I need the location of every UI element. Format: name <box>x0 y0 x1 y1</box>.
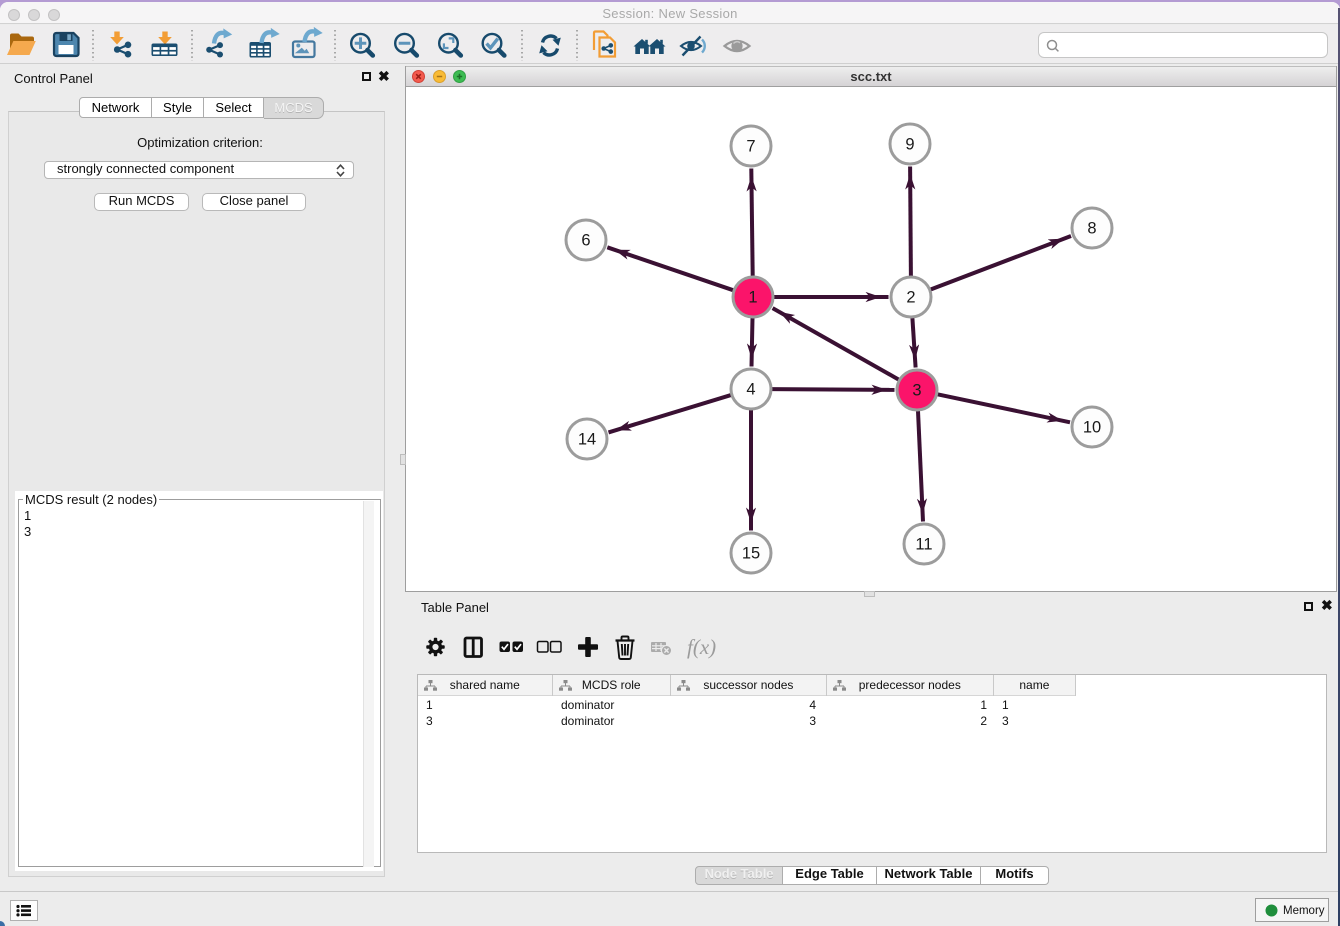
svg-text:1: 1 <box>748 289 757 307</box>
svg-text:10: 10 <box>1083 419 1101 437</box>
svg-text:2: 2 <box>906 289 915 307</box>
svg-text:f(x): f(x) <box>687 635 716 659</box>
svg-text:7: 7 <box>746 138 755 156</box>
svg-text:11: 11 <box>915 536 932 554</box>
svg-text:14: 14 <box>578 431 596 449</box>
svg-text:15: 15 <box>742 545 760 563</box>
svg-text:3: 3 <box>912 382 921 400</box>
svg-text:9: 9 <box>905 136 914 154</box>
svg-text:8: 8 <box>1087 220 1096 238</box>
svg-text:4: 4 <box>746 381 755 399</box>
svg-text:6: 6 <box>581 232 590 250</box>
